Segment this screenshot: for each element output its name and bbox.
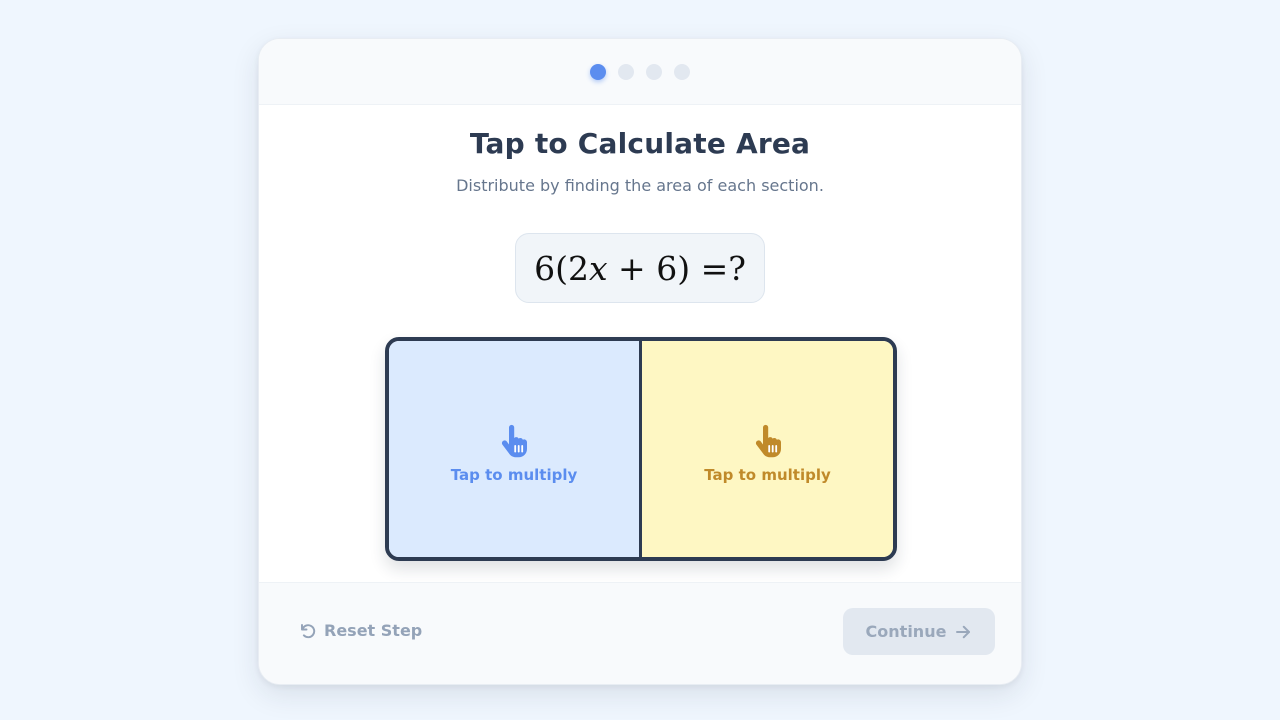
step-dot-2 [618,64,634,80]
area-model: Tap to multiply Tap to multiply [385,337,897,561]
tap-to-multiply-label: Tap to multiply [704,466,831,484]
instructions-text: Distribute by finding the area of each s… [456,176,824,195]
reset-step-label: Reset Step [324,621,423,640]
pointer-hand-icon [501,424,527,458]
equation-display: 6(2 x + 6) =? [515,233,765,303]
equation-open-paren: ( [555,248,568,288]
area-section-left[interactable]: Tap to multiply [389,341,642,557]
equation-variable: x [588,248,608,288]
equation-term1: 2 [567,248,589,288]
lesson-footer: Reset Step Continue [259,582,1021,684]
reset-step-button[interactable]: Reset Step [299,621,422,640]
step-dot-3 [646,64,662,80]
equation-equals: = [690,248,729,288]
equation-coefficient: 6 [534,248,556,288]
lesson-card: Tap to Calculate Area Distribute by find… [258,38,1022,685]
area-section-right[interactable]: Tap to multiply [642,341,893,557]
equation-close-paren: ) [677,248,691,288]
continue-label: Continue [865,622,947,641]
equation-term2: 6 [656,248,678,288]
step-dot-4 [674,64,690,80]
page-title: Tap to Calculate Area [469,127,811,160]
continue-button[interactable]: Continue [843,608,995,655]
arrow-right-icon [956,625,971,638]
tap-to-multiply-label: Tap to multiply [450,466,578,484]
step-dot-1 [590,64,606,80]
progress-header [259,39,1021,105]
undo-icon [301,623,316,638]
equation-unknown: ? [728,248,746,288]
equation-operator: + [607,248,657,288]
pointer-hand-icon [755,424,781,458]
step-progress-dots [259,64,1021,80]
